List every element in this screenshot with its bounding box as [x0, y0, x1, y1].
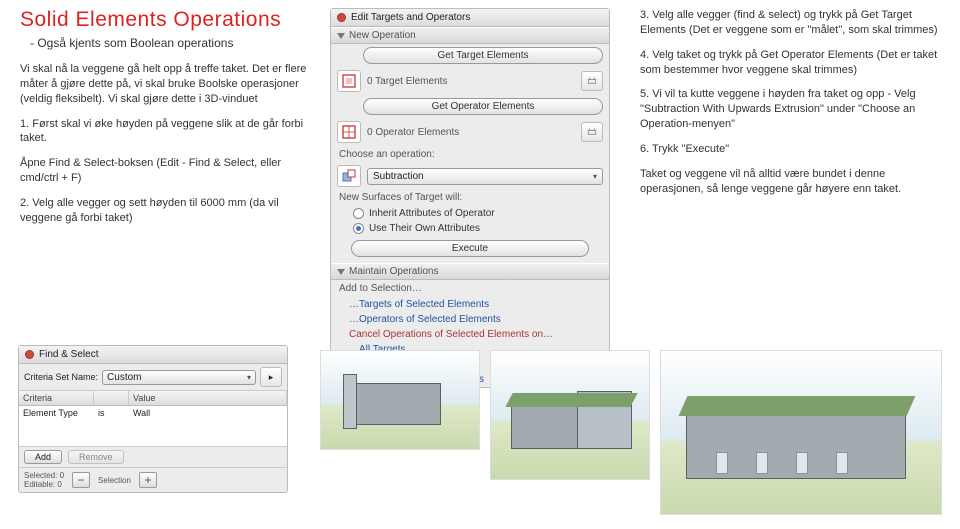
choose-operation-label: Choose an operation: — [331, 146, 609, 163]
chevron-down-icon — [337, 33, 345, 39]
targets-of-selected-link[interactable]: …Targets of Selected Elements — [331, 297, 609, 312]
find-select-panel: Find & Select Criteria Set Name: Custom … — [18, 345, 288, 493]
get-target-elements-button[interactable]: Get Target Elements — [363, 47, 603, 64]
chevron-down-icon — [337, 269, 345, 275]
radio-label: Use Their Own Attributes — [369, 223, 480, 234]
cell-criteria: Element Type — [19, 406, 94, 420]
criteria-table-body: Element Type is Wall — [19, 406, 287, 446]
criteria-set-label: Criteria Set Name: — [24, 372, 98, 382]
selection-label: Selection — [98, 476, 131, 485]
selected-label: Selected: — [24, 471, 57, 480]
cancel-operations-label: Cancel Operations of Selected Elements o… — [331, 327, 609, 342]
paragraph: 3. Velg alle vegger (find & select) og t… — [640, 8, 940, 38]
target-options-button[interactable] — [581, 71, 603, 91]
paragraph: 2. Velg alle vegger og sett høyden til 6… — [20, 196, 310, 226]
table-row[interactable]: Element Type is Wall — [19, 406, 287, 420]
panel-title-label: Edit Targets and Operators — [351, 12, 470, 23]
criteria-set-select[interactable]: Custom ▾ — [102, 370, 256, 385]
operator-elements-row: 0 Operator Elements — [331, 118, 609, 146]
target-count-label: 0 Target Elements — [367, 76, 575, 87]
paragraph: Åpne Find & Select-boksen (Edit - Find &… — [20, 156, 310, 186]
criteria-set-row: Criteria Set Name: Custom ▾ ▸ — [19, 364, 287, 391]
paragraph: Taket og veggene vil nå alltid være bund… — [640, 167, 940, 197]
criteria-store-button[interactable]: ▸ — [260, 367, 282, 387]
th-value: Value — [129, 391, 287, 405]
subtitle: - Også kjents som Boolean operations — [30, 36, 310, 50]
left-column: Solid Elements Operations - Også kjents … — [20, 8, 310, 236]
target-elements-row: 0 Target Elements — [331, 67, 609, 95]
selection-minus-button[interactable]: − — [72, 472, 90, 488]
3d-thumbnail — [490, 350, 650, 480]
paragraph: 6. Trykk "Execute" — [640, 142, 940, 157]
edit-targets-panel: Edit Targets and Operators New Operation… — [330, 8, 610, 388]
section-label: Maintain Operations — [349, 266, 439, 277]
add-button[interactable]: Add — [24, 450, 62, 464]
3d-thumbnail — [320, 350, 480, 450]
right-column: 3. Velg alle vegger (find & select) og t… — [640, 8, 940, 206]
criteria-set-value: Custom — [107, 372, 141, 383]
operator-options-button[interactable] — [581, 122, 603, 142]
radio-own[interactable]: Use Their Own Attributes — [331, 221, 609, 236]
page-title: Solid Elements Operations — [20, 8, 310, 32]
paragraph: 5. Vi vil ta kutte veggene i høyden fra … — [640, 87, 940, 132]
target-icon — [337, 70, 361, 92]
operator-icon — [337, 121, 361, 143]
paragraph: Vi skal nå la veggene gå helt opp å tref… — [20, 62, 310, 107]
operation-select[interactable]: Subtraction ▾ — [367, 168, 603, 185]
chevron-updown-icon: ▾ — [593, 172, 597, 181]
add-to-selection-label: Add to Selection… — [331, 280, 609, 297]
cell-is: is — [94, 406, 129, 420]
criteria-table-header: Criteria Value — [19, 391, 287, 406]
close-icon[interactable] — [337, 13, 346, 22]
editable-count: 0 — [57, 480, 61, 489]
radio-icon — [353, 208, 364, 219]
execute-button[interactable]: Execute — [351, 240, 589, 257]
th-is — [94, 391, 129, 405]
get-operator-elements-button[interactable]: Get Operator Elements — [363, 98, 603, 115]
cell-value: Wall — [129, 406, 287, 420]
operation-value: Subtraction — [373, 171, 424, 182]
paragraph: 1. Først skal vi øke høyden på veggene s… — [20, 117, 310, 147]
find-bottom-bar: Selected: 0 Editable: 0 − Selection + — [19, 467, 287, 492]
section-new-operation[interactable]: New Operation — [331, 27, 609, 44]
th-criteria: Criteria — [19, 391, 94, 405]
radio-icon — [353, 223, 364, 234]
new-surfaces-label: New Surfaces of Target will: — [331, 189, 609, 206]
editable-label: Editable: — [24, 480, 55, 489]
selection-plus-button[interactable]: + — [139, 472, 157, 488]
radio-label: Inherit Attributes of Operator — [369, 208, 495, 219]
chevron-updown-icon: ▾ — [247, 373, 251, 382]
subtraction-icon — [337, 165, 361, 187]
radio-inherit[interactable]: Inherit Attributes of Operator — [331, 206, 609, 221]
3d-thumbnail — [660, 350, 942, 515]
close-icon[interactable] — [25, 350, 34, 359]
selected-count: 0 — [60, 471, 64, 480]
panel-titlebar: Edit Targets and Operators — [331, 9, 609, 27]
section-maintain-operations[interactable]: Maintain Operations — [331, 263, 609, 280]
section-label: New Operation — [349, 30, 416, 41]
remove-button[interactable]: Remove — [68, 450, 124, 464]
add-remove-bar: Add Remove — [19, 446, 287, 467]
operator-count-label: 0 Operator Elements — [367, 127, 575, 138]
panel-title-label: Find & Select — [39, 349, 98, 360]
panel-titlebar: Find & Select — [19, 346, 287, 364]
paragraph: 4. Velg taket og trykk på Get Operator E… — [640, 48, 940, 78]
operators-of-selected-link[interactable]: …Operators of Selected Elements — [331, 312, 609, 327]
